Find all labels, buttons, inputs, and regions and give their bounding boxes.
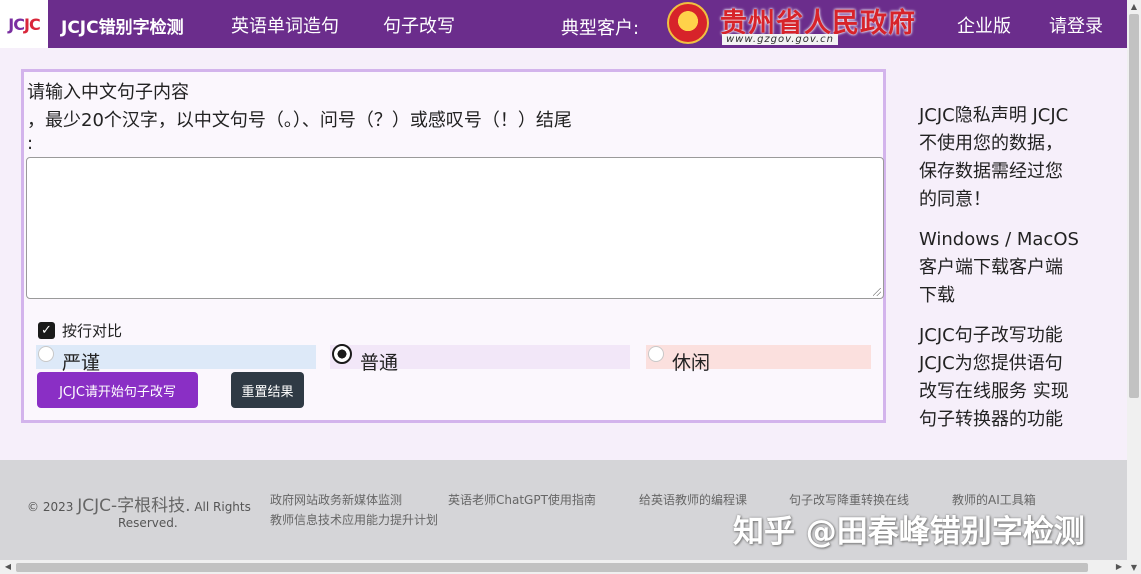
mode-normal-label: 普通 [360, 351, 399, 374]
footer-link-gov-media[interactable]: 政府网站政务新媒体监测 [270, 491, 402, 508]
footer-link-programming-course[interactable]: 给英语教师的编程课 [639, 491, 747, 508]
feature-line: JCJC为您提供语句 [919, 353, 1063, 374]
client-download-link[interactable]: Windows / MacOS 客户端下载客户端 下载 [919, 226, 1089, 310]
mode-option-normal[interactable]: 普通 [330, 344, 630, 374]
company-name: JCJC-字根科技. [77, 496, 191, 516]
horizontal-scroll-thumb[interactable] [16, 563, 1088, 572]
top-navbar: JCJC JCJC错别字检测 英语单词造句 句子改写 典型客户: 贵州省人民政府… [0, 0, 1127, 48]
privacy-line: 保存数据需经过您 [919, 161, 1063, 182]
logo-text: JCJC [8, 14, 40, 34]
nav-brand-link[interactable]: JCJC错别字检测 [61, 13, 184, 38]
scroll-up-arrow-icon[interactable]: ▲ [1127, 2, 1141, 11]
privacy-line: 不使用您的数据， [919, 133, 1063, 154]
feature-line: 句子转换器的功能 [919, 409, 1063, 430]
privacy-line: 的同意！ [919, 189, 991, 210]
download-line: 下载 [919, 285, 955, 306]
compare-by-line-label: 按行对比 [62, 322, 123, 340]
nav-link-sentence-rewrite[interactable]: 句子改写 [383, 12, 455, 38]
footer-link-chatgpt-guide[interactable]: 英语老师ChatGPT使用指南 [448, 491, 596, 508]
reset-result-button[interactable]: 重置结果 [231, 372, 304, 408]
privacy-line: JCJC隐私声明 JCJC [919, 105, 1069, 126]
prompt-label-line1: 请输入中文句子内容 [27, 82, 189, 103]
rewrite-form-card: 请输入中文句子内容 ，最少20个汉字，以中文句号（。）、问号（？）或感叹号（！）… [21, 69, 886, 423]
horizontal-scrollbar[interactable]: ◀ ▶ [0, 560, 1127, 574]
mode-option-casual[interactable]: 休闲 [646, 345, 871, 374]
feature-line: 改写在线服务 实现 [919, 381, 1069, 402]
vertical-scroll-thumb[interactable] [1129, 14, 1139, 398]
gov-customer-logo-url: www.gzgov.gov.cn [722, 34, 839, 45]
prompt-label-line3: : [27, 133, 34, 154]
feature-description: JCJC句子改写功能 JCJC为您提供语句 改写在线服务 实现 句子转换器的功能 [919, 322, 1089, 434]
scroll-down-arrow-icon[interactable]: ▼ [1127, 563, 1141, 572]
resize-grip-icon[interactable] [873, 288, 881, 296]
footer-link-it-ability-plan[interactable]: 教师信息技术应用能力提升计划 [270, 511, 438, 528]
mode-strict-radio[interactable] [38, 346, 54, 362]
vertical-scrollbar[interactable]: ▲ ▼ [1127, 0, 1141, 574]
footer: © 2023 JCJC-字根科技. All Rights Reserved. 政… [0, 460, 1127, 560]
prompt-label-line2: ，最少20个汉字，以中文句号（。）、问号（？）或感叹号（！）结尾 [27, 110, 572, 131]
copyright: © 2023 JCJC-字根科技. All Rights [27, 491, 251, 516]
sentence-input-textarea[interactable] [26, 157, 884, 299]
scroll-left-arrow-icon[interactable]: ◀ [1, 562, 15, 571]
mode-casual-label: 休闲 [672, 351, 711, 374]
mode-normal-radio[interactable] [332, 344, 352, 364]
compare-by-line-option[interactable]: ✓ 按行对比 [38, 320, 122, 341]
copyright-year: © 2023 [27, 500, 74, 514]
download-line: 客户端下载客户端 [919, 257, 1063, 278]
nav-link-enterprise[interactable]: 企业版 [957, 12, 1011, 38]
compare-by-line-checkbox[interactable]: ✓ [38, 322, 55, 339]
nav-link-word-sentence[interactable]: 英语单词造句 [231, 12, 339, 38]
download-line: Windows / MacOS [919, 229, 1079, 250]
privacy-statement: JCJC隐私声明 JCJC 不使用您的数据， 保存数据需经过您 的同意！ [919, 102, 1089, 214]
nav-link-login[interactable]: 请登录 [1049, 12, 1103, 38]
watermark: 知乎 @田春峰错别字检测 [733, 514, 1085, 550]
reserved-text: Reserved. [118, 516, 178, 530]
mode-casual-radio[interactable] [648, 346, 664, 362]
start-rewrite-button[interactable]: JCJC请开始句子改写 [37, 372, 198, 408]
rights-text: All Rights [194, 500, 251, 514]
mode-option-strict[interactable]: 严谨 [36, 345, 316, 374]
scroll-right-arrow-icon[interactable]: ▶ [1112, 562, 1126, 571]
feature-line: JCJC句子改写功能 [919, 325, 1063, 346]
customer-label: 典型客户: [561, 18, 640, 39]
logo[interactable]: JCJC [0, 0, 48, 48]
national-emblem-icon [667, 2, 709, 44]
mode-strict-label: 严谨 [62, 351, 101, 374]
